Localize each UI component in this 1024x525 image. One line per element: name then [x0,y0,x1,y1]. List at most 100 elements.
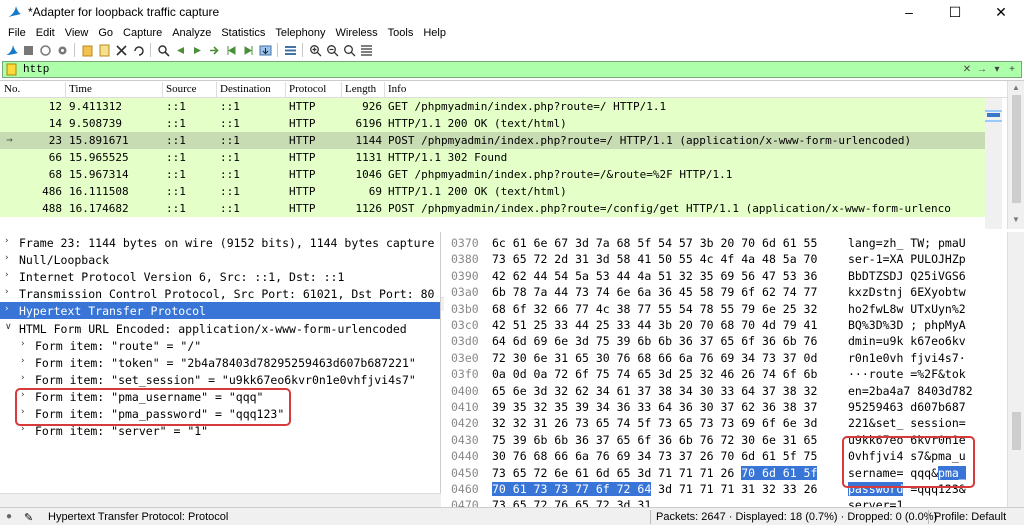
expand-arrow-icon[interactable]: › [5,304,9,314]
detail-tree-row[interactable]: › Form item: "server" = "1" [0,422,440,439]
go-back-icon[interactable] [173,43,187,57]
bytes-row[interactable]: 0400 65 6e 3d 32 62 34 61 37 38 34 30 33 … [444,383,1024,399]
detail-tree-row[interactable]: ∨ HTML Form URL Encoded: application/x-ww… [0,320,440,337]
expert-info-icon[interactable]: ● [6,511,12,522]
expand-arrow-icon[interactable]: › [21,356,25,366]
minimize-button[interactable]: – [886,0,932,24]
column-header-info[interactable]: Info [388,83,406,97]
expand-arrow-icon[interactable]: › [5,287,9,297]
packet-row[interactable]: 486 16.111508::1::1 HTTP 69 HTTP/1.1 200 OK … [0,183,985,200]
go-forward-icon[interactable] [190,43,204,57]
packet-list-scrollbar[interactable]: ▲ ▼ [1007,81,1024,229]
reload-icon[interactable] [131,43,145,57]
detail-tree-row[interactable]: › Form item: "token" = "2b4a78403d7829525… [0,354,440,371]
expand-arrow-icon[interactable]: › [5,253,9,263]
detail-tree-row[interactable]: › Form item: "route" = "/" [0,337,440,354]
open-file-icon[interactable] [80,43,94,57]
bytes-row[interactable]: 0420 32 32 31 26 73 65 74 5f 73 65 73 73 … [444,415,1024,431]
expand-arrow-icon[interactable]: › [21,390,25,400]
go-to-packet-icon[interactable] [207,43,221,57]
packet-minimap[interactable] [985,98,1002,229]
menu-help[interactable]: Help [418,27,451,39]
collapse-arrow-icon[interactable]: ∨ [5,322,12,332]
resize-columns-icon[interactable] [359,43,373,57]
expand-arrow-icon[interactable]: › [21,407,25,417]
bytes-row[interactable]: 0390 42 62 44 54 5a 53 44 4a 51 32 35 69 … [444,268,1024,284]
detail-tree-row[interactable]: › Hypertext Transfer Protocol [0,302,440,320]
menu-telephony[interactable]: Telephony [270,27,330,39]
detail-tree-row[interactable]: › Null/Loopback [0,251,440,268]
menu-statistics[interactable]: Statistics [216,27,270,39]
column-header-length[interactable]: Length [345,83,376,97]
expand-arrow-icon[interactable]: › [21,339,25,349]
bytes-row[interactable]: 03e0 72 30 6e 31 65 30 76 68 66 6a 76 69 … [444,350,1024,366]
bytes-row[interactable]: 0470 73 65 72 76 65 72 3d 31 server=1 [444,497,1024,507]
bytes-row[interactable]: 03f0 0a 0d 0a 72 6f 75 74 65 3d 25 32 46 … [444,366,1024,382]
expand-arrow-icon[interactable]: › [21,424,25,434]
bytes-row[interactable]: 0460 70 61 73 73 77 6f 72 64 3d 71 71 71 … [444,481,1024,497]
maximize-button[interactable]: ☐ [932,0,978,24]
close-button[interactable]: ✕ [978,0,1024,24]
bytes-row[interactable]: 03d0 64 6d 69 6e 3d 75 39 6b 6b 36 37 65 … [444,333,1024,349]
bookmark-icon[interactable] [5,63,19,76]
column-header-protocol[interactable]: Protocol [289,83,326,97]
expand-arrow-icon[interactable]: › [5,270,9,280]
bytes-row[interactable]: 0430 75 39 6b 6b 36 37 65 6f 36 6b 76 72 … [444,432,1024,448]
packet-row[interactable]: 12 9.411312::1::1 HTTP 926 GET /phpmyadmin/i… [0,98,985,115]
stop-icon[interactable] [21,43,35,57]
menu-file[interactable]: File [3,27,31,39]
display-filter-input[interactable] [19,62,961,77]
colorize-icon[interactable] [283,43,297,57]
find-packet-icon[interactable] [156,43,170,57]
column-header-no[interactable]: No. [4,83,20,97]
detail-tree-row[interactable]: › Form item: "pma_password" = "qqq123" [0,405,440,422]
expand-arrow-icon[interactable]: › [21,373,25,383]
first-packet-icon[interactable] [224,43,238,57]
packet-row[interactable]: 488 16.174682::1::1 HTTP 1126 POST /phpmyadm… [0,200,985,217]
column-header-time[interactable]: Time [69,83,92,97]
menu-wireless[interactable]: Wireless [331,27,383,39]
column-header-destination[interactable]: Destination [220,83,271,97]
restart-icon[interactable] [38,43,52,57]
detail-tree-row[interactable]: › Frame 23: 1144 bytes on wire (9152 bits… [0,234,440,251]
menu-analyze[interactable]: Analyze [167,27,216,39]
packet-row[interactable]: 14 9.508739::1::1 HTTP 6196 HTTP/1.1 200 OK … [0,115,985,132]
normal-size-icon[interactable] [342,43,356,57]
close-file-icon[interactable] [114,43,128,57]
menu-view[interactable]: View [60,27,94,39]
zoom-in-icon[interactable] [308,43,322,57]
packet-row[interactable]: 68 15.967314::1::1 HTTP 1046 GET /phpmyadmin… [0,166,985,183]
bytes-row[interactable]: 03b0 68 6f 32 66 77 4c 38 77 55 54 78 55 … [444,301,1024,317]
shark-fin-start-icon[interactable] [4,43,18,57]
detail-tree-row[interactable]: › Form item: "pma_username" = "qqq" [0,388,440,405]
packet-row[interactable]: 23 15.891671::1::1 HTTP 1144 POST /phpmyadmi… [0,132,985,149]
bytes-row[interactable]: 0440 30 76 68 66 6a 76 69 34 73 37 26 70 … [444,448,1024,464]
last-packet-icon[interactable] [241,43,255,57]
zoom-out-icon[interactable] [325,43,339,57]
menu-capture[interactable]: Capture [118,27,167,39]
menu-tools[interactable]: Tools [383,27,419,39]
column-header-source[interactable]: Source [166,83,197,97]
bytes-row[interactable]: 0450 73 65 72 6e 61 6d 65 3d 71 71 71 26 … [444,465,1024,481]
bytes-row[interactable]: 03a0 6b 78 7a 44 73 74 6e 6a 36 45 58 79 … [444,284,1024,300]
menu-go[interactable]: Go [93,27,118,39]
filter-dropdown-icon[interactable]: ▾ [991,63,1003,76]
bytes-row[interactable]: 0380 73 65 72 2d 31 3d 58 41 50 55 4c 4f … [444,251,1024,267]
packet-row[interactable]: 66 15.965525::1::1 HTTP 1131 HTTP/1.1 302 Fo… [0,149,985,166]
capture-options-icon[interactable] [55,43,69,57]
details-hscrollbar[interactable] [0,493,441,507]
apply-filter-icon[interactable]: → [976,63,988,76]
menu-edit[interactable]: Edit [31,27,60,39]
bytes-row[interactable]: 03c0 42 51 25 33 44 25 33 44 3b 20 70 68 … [444,317,1024,333]
clear-filter-icon[interactable]: ✕ [961,63,973,76]
detail-tree-row[interactable]: › Transmission Control Protocol, Src Port… [0,285,440,302]
status-profile[interactable]: Profile: Default [934,511,1006,523]
edit-comment-icon[interactable]: ✎ [24,511,33,524]
add-filter-button-icon[interactable]: + [1006,63,1018,76]
bytes-row[interactable]: 0410 39 35 32 35 39 34 36 33 64 36 30 37 … [444,399,1024,415]
detail-tree-row[interactable]: › Form item: "set_session" = "u9kk67eo6kv… [0,371,440,388]
autoscroll-icon[interactable] [258,43,272,57]
expand-arrow-icon[interactable]: › [5,236,9,246]
detail-tree-row[interactable]: › Internet Protocol Version 6, Src: ::1, … [0,268,440,285]
bytes-row[interactable]: 0370 6c 61 6e 67 3d 7a 68 5f 54 57 3b 20 … [444,235,1024,251]
